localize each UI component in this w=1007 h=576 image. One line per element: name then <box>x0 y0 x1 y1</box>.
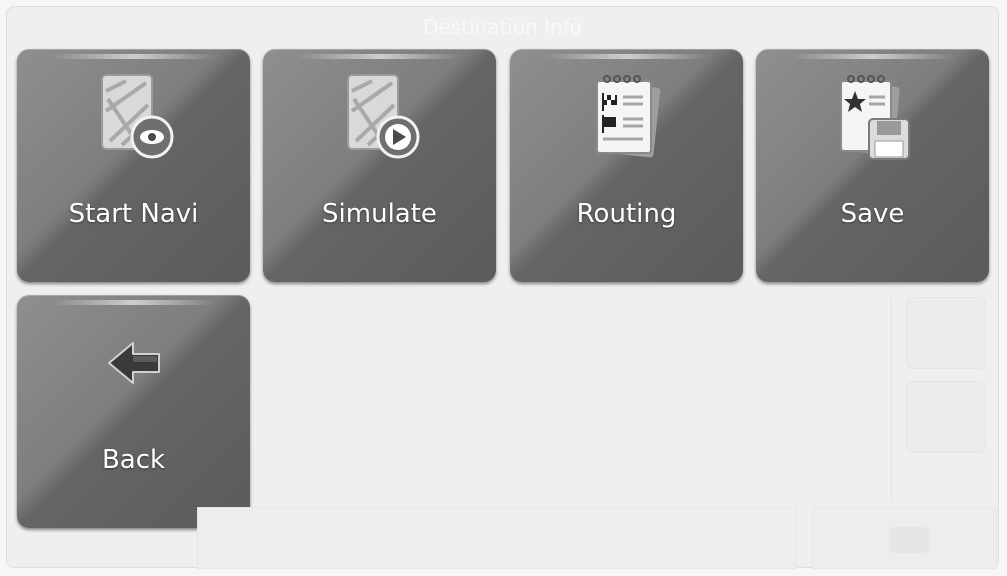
tile-gloss <box>791 54 954 59</box>
ghost-control-button <box>906 297 986 369</box>
bottom-bar <box>17 507 1002 569</box>
save-button[interactable]: Save <box>756 49 989 282</box>
simulate-label: Simulate <box>322 199 437 229</box>
start-navi-label: Start Navi <box>68 199 199 229</box>
side-panel <box>891 297 997 502</box>
save-label: Save <box>840 199 905 229</box>
tile-gloss <box>298 54 461 59</box>
screen-title: Destination Info <box>423 15 582 39</box>
map-play-icon <box>347 74 420 159</box>
back-button[interactable]: Back <box>17 295 250 528</box>
tile-gloss <box>52 54 215 59</box>
bottom-bar-segment <box>197 507 797 569</box>
back-arrow-icon <box>108 342 160 384</box>
start-navi-button[interactable]: Start Navi <box>17 49 250 282</box>
app-frame: Destination Info Start Navi Simulate Rou… <box>6 6 1002 569</box>
ghost-control-button <box>906 381 986 453</box>
save-favorite-icon <box>840 75 910 160</box>
map-eye-icon <box>101 74 174 159</box>
routing-button[interactable]: Routing <box>510 49 743 282</box>
tile-gloss <box>545 54 708 59</box>
ghost-icon <box>889 527 929 553</box>
tile-gloss <box>52 300 215 305</box>
route-list-icon <box>596 75 661 158</box>
routing-label: Routing <box>576 199 677 229</box>
back-label: Back <box>101 445 166 475</box>
simulate-button[interactable]: Simulate <box>263 49 496 282</box>
